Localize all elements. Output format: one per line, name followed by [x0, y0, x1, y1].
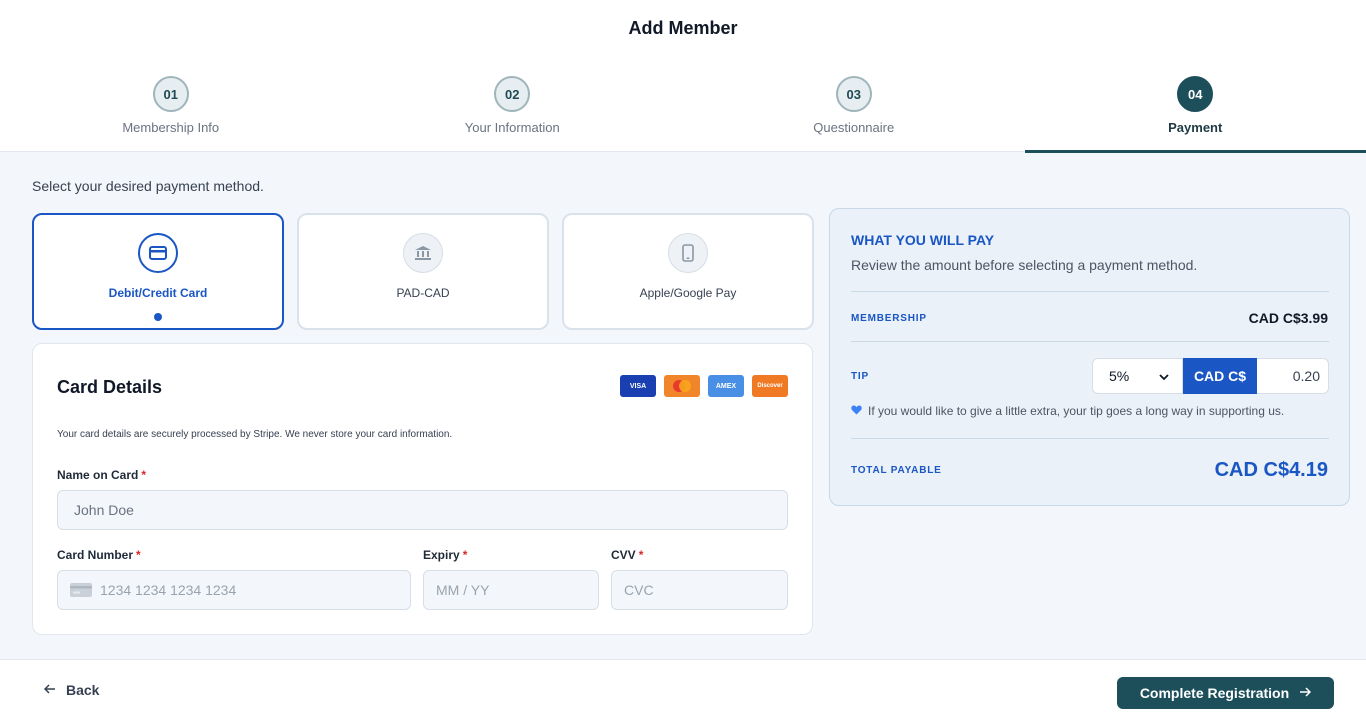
- name-on-card-input[interactable]: John Doe: [57, 490, 788, 530]
- card-generic-icon: [70, 583, 92, 597]
- arrow-left-icon: [43, 682, 56, 698]
- step-label: Membership Info: [122, 120, 220, 135]
- method-apple-google-pay[interactable]: Apple/Google Pay: [562, 213, 814, 330]
- complete-label: Complete Registration: [1139, 685, 1290, 701]
- card-details-title: Card Details: [57, 377, 163, 397]
- phone-icon: [668, 233, 708, 273]
- tip-percent-value: 5%: [1109, 368, 1130, 384]
- divider: [851, 291, 1329, 292]
- step-number: 01: [152, 76, 189, 112]
- name-on-card-label: Name on Card *: [57, 468, 146, 482]
- step-membership-info[interactable]: 01 Membership Info: [0, 76, 342, 152]
- cvv-input[interactable]: CVC: [611, 570, 788, 610]
- payment-summary: WHAT YOU WILL PAY Review the amount befo…: [829, 208, 1350, 506]
- expiry-input[interactable]: MM / YY: [423, 570, 599, 610]
- card-number-label: Card Number *: [57, 548, 141, 562]
- membership-label: MEMBERSHIP: [851, 313, 927, 324]
- total-payable-label: TOTAL PAYABLE: [851, 465, 942, 476]
- tip-percent-select[interactable]: 5%: [1092, 358, 1183, 394]
- step-number: 03: [835, 76, 872, 112]
- visa-icon: VISA: [620, 375, 656, 397]
- step-label: Payment: [1168, 120, 1223, 135]
- tip-note: If you would like to give a little extra…: [851, 404, 1284, 418]
- required-mark: *: [136, 548, 141, 562]
- label-text: CVV: [611, 548, 636, 562]
- card-details-panel: Card Details VISA AMEX Discover Your car…: [32, 343, 813, 635]
- required-mark: *: [141, 468, 147, 482]
- page-title: Add Member: [628, 18, 738, 38]
- step-label: Your Information: [464, 120, 560, 135]
- label-text: Expiry: [423, 548, 460, 562]
- step-number: 04: [1177, 76, 1214, 112]
- card-number-input[interactable]: 1234 1234 1234 1234: [57, 570, 411, 610]
- input-placeholder: CVC: [624, 582, 654, 598]
- step-questionnaire[interactable]: 03 Questionnaire: [683, 76, 1025, 152]
- step-your-information[interactable]: 02 Your Information: [342, 76, 684, 152]
- footer: Back Complete Registration: [0, 659, 1366, 724]
- discover-icon: Discover: [752, 375, 788, 397]
- method-label: PAD-CAD: [396, 286, 450, 300]
- header: Add Member 01 Membership Info 02 Your In…: [0, 0, 1366, 153]
- card-brands: VISA AMEX Discover: [620, 375, 788, 397]
- divider: [851, 438, 1329, 439]
- step-label: Questionnaire: [813, 120, 895, 135]
- selected-indicator: [154, 313, 162, 321]
- tip-currency: CAD C$: [1183, 358, 1257, 394]
- payment-methods: Debit/Credit Card PAD-CAD Apple/Google P…: [32, 213, 814, 330]
- step-number: 02: [494, 76, 531, 112]
- back-label: Back: [66, 682, 100, 698]
- bank-icon: [403, 233, 443, 273]
- payment-method-prompt: Select your desired payment method.: [32, 178, 264, 194]
- heart-icon: [851, 404, 862, 418]
- step-payment[interactable]: 04 Payment: [1024, 76, 1366, 153]
- method-pad-cad[interactable]: PAD-CAD: [297, 213, 549, 330]
- label-text: Name on Card: [57, 468, 139, 482]
- input-value: John Doe: [74, 502, 134, 518]
- divider: [851, 341, 1329, 342]
- tip-label: TIP: [851, 371, 869, 382]
- cvv-label: CVV *: [611, 548, 643, 562]
- expiry-label: Expiry *: [423, 548, 467, 562]
- summary-subtitle: Review the amount before selecting a pay…: [851, 257, 1198, 273]
- input-placeholder: 1234 1234 1234 1234: [100, 582, 237, 598]
- secure-note: Your card details are securely processed…: [57, 429, 453, 440]
- mastercard-icon: [664, 375, 700, 397]
- arrow-right-icon: [1299, 685, 1312, 701]
- method-debit-credit-card[interactable]: Debit/Credit Card: [32, 213, 284, 330]
- summary-title: WHAT YOU WILL PAY: [851, 232, 995, 248]
- required-mark: *: [462, 548, 468, 562]
- method-label: Debit/Credit Card: [108, 286, 208, 300]
- label-text: Card Number: [57, 548, 134, 562]
- tip-amount-input[interactable]: 0.20: [1257, 358, 1329, 394]
- amex-icon: AMEX: [708, 375, 744, 397]
- stepper: 01 Membership Info 02 Your Information 0…: [0, 76, 1366, 153]
- credit-card-icon: [138, 233, 178, 273]
- tip-note-text: If you would like to give a little extra…: [868, 404, 1285, 418]
- total-payable-value: CAD C$4.19: [1214, 459, 1328, 481]
- back-button[interactable]: Back: [43, 682, 100, 698]
- complete-registration-button[interactable]: Complete Registration: [1117, 677, 1334, 709]
- input-placeholder: MM / YY: [436, 582, 490, 598]
- method-label: Apple/Google Pay: [639, 286, 737, 300]
- chevron-down-icon: [1158, 370, 1170, 386]
- membership-value: CAD C$3.99: [1248, 310, 1328, 326]
- required-mark: *: [638, 548, 644, 562]
